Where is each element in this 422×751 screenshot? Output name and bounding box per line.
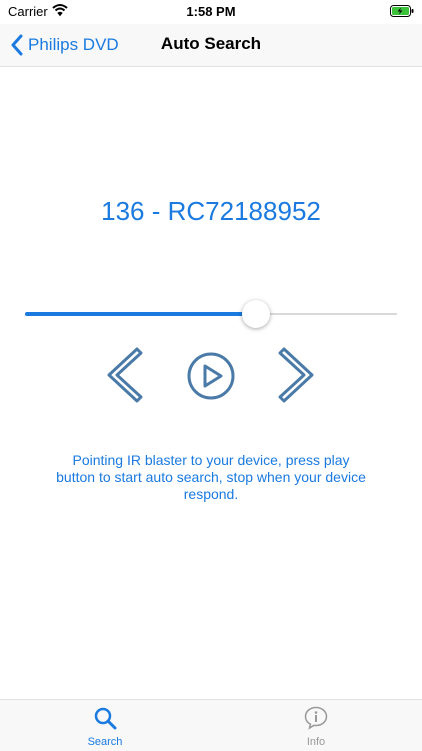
slider-fill	[25, 312, 256, 316]
play-button[interactable]	[186, 351, 236, 401]
chevron-left-icon	[107, 347, 143, 403]
instructions-text: Pointing IR blaster to your device, pres…	[56, 452, 366, 502]
tab-info-label: Info	[306, 736, 326, 748]
search-icon	[94, 707, 117, 730]
battery-charging-icon	[390, 5, 414, 17]
slider-thumb[interactable]	[241, 300, 270, 328]
status-bar: Carrier 1:58 PM	[0, 0, 422, 24]
next-button[interactable]	[276, 346, 318, 404]
chevron-right-icon	[278, 347, 314, 403]
tab-search[interactable]: Search	[55, 704, 155, 750]
navigation-bar: Philips DVD Auto Search	[0, 24, 422, 67]
page-title: Auto Search	[160, 34, 262, 53]
remote-code-label: 136 - RC72188952	[101, 196, 321, 226]
status-time: 1:58 PM	[186, 4, 236, 19]
tab-search-label: Search	[87, 736, 123, 748]
previous-button[interactable]	[103, 346, 145, 404]
search-progress-slider[interactable]	[25, 300, 397, 328]
info-icon	[304, 706, 328, 730]
play-circle-icon	[187, 352, 235, 400]
tab-bar: Search Info	[0, 699, 422, 751]
tab-info[interactable]: Info	[266, 704, 366, 750]
